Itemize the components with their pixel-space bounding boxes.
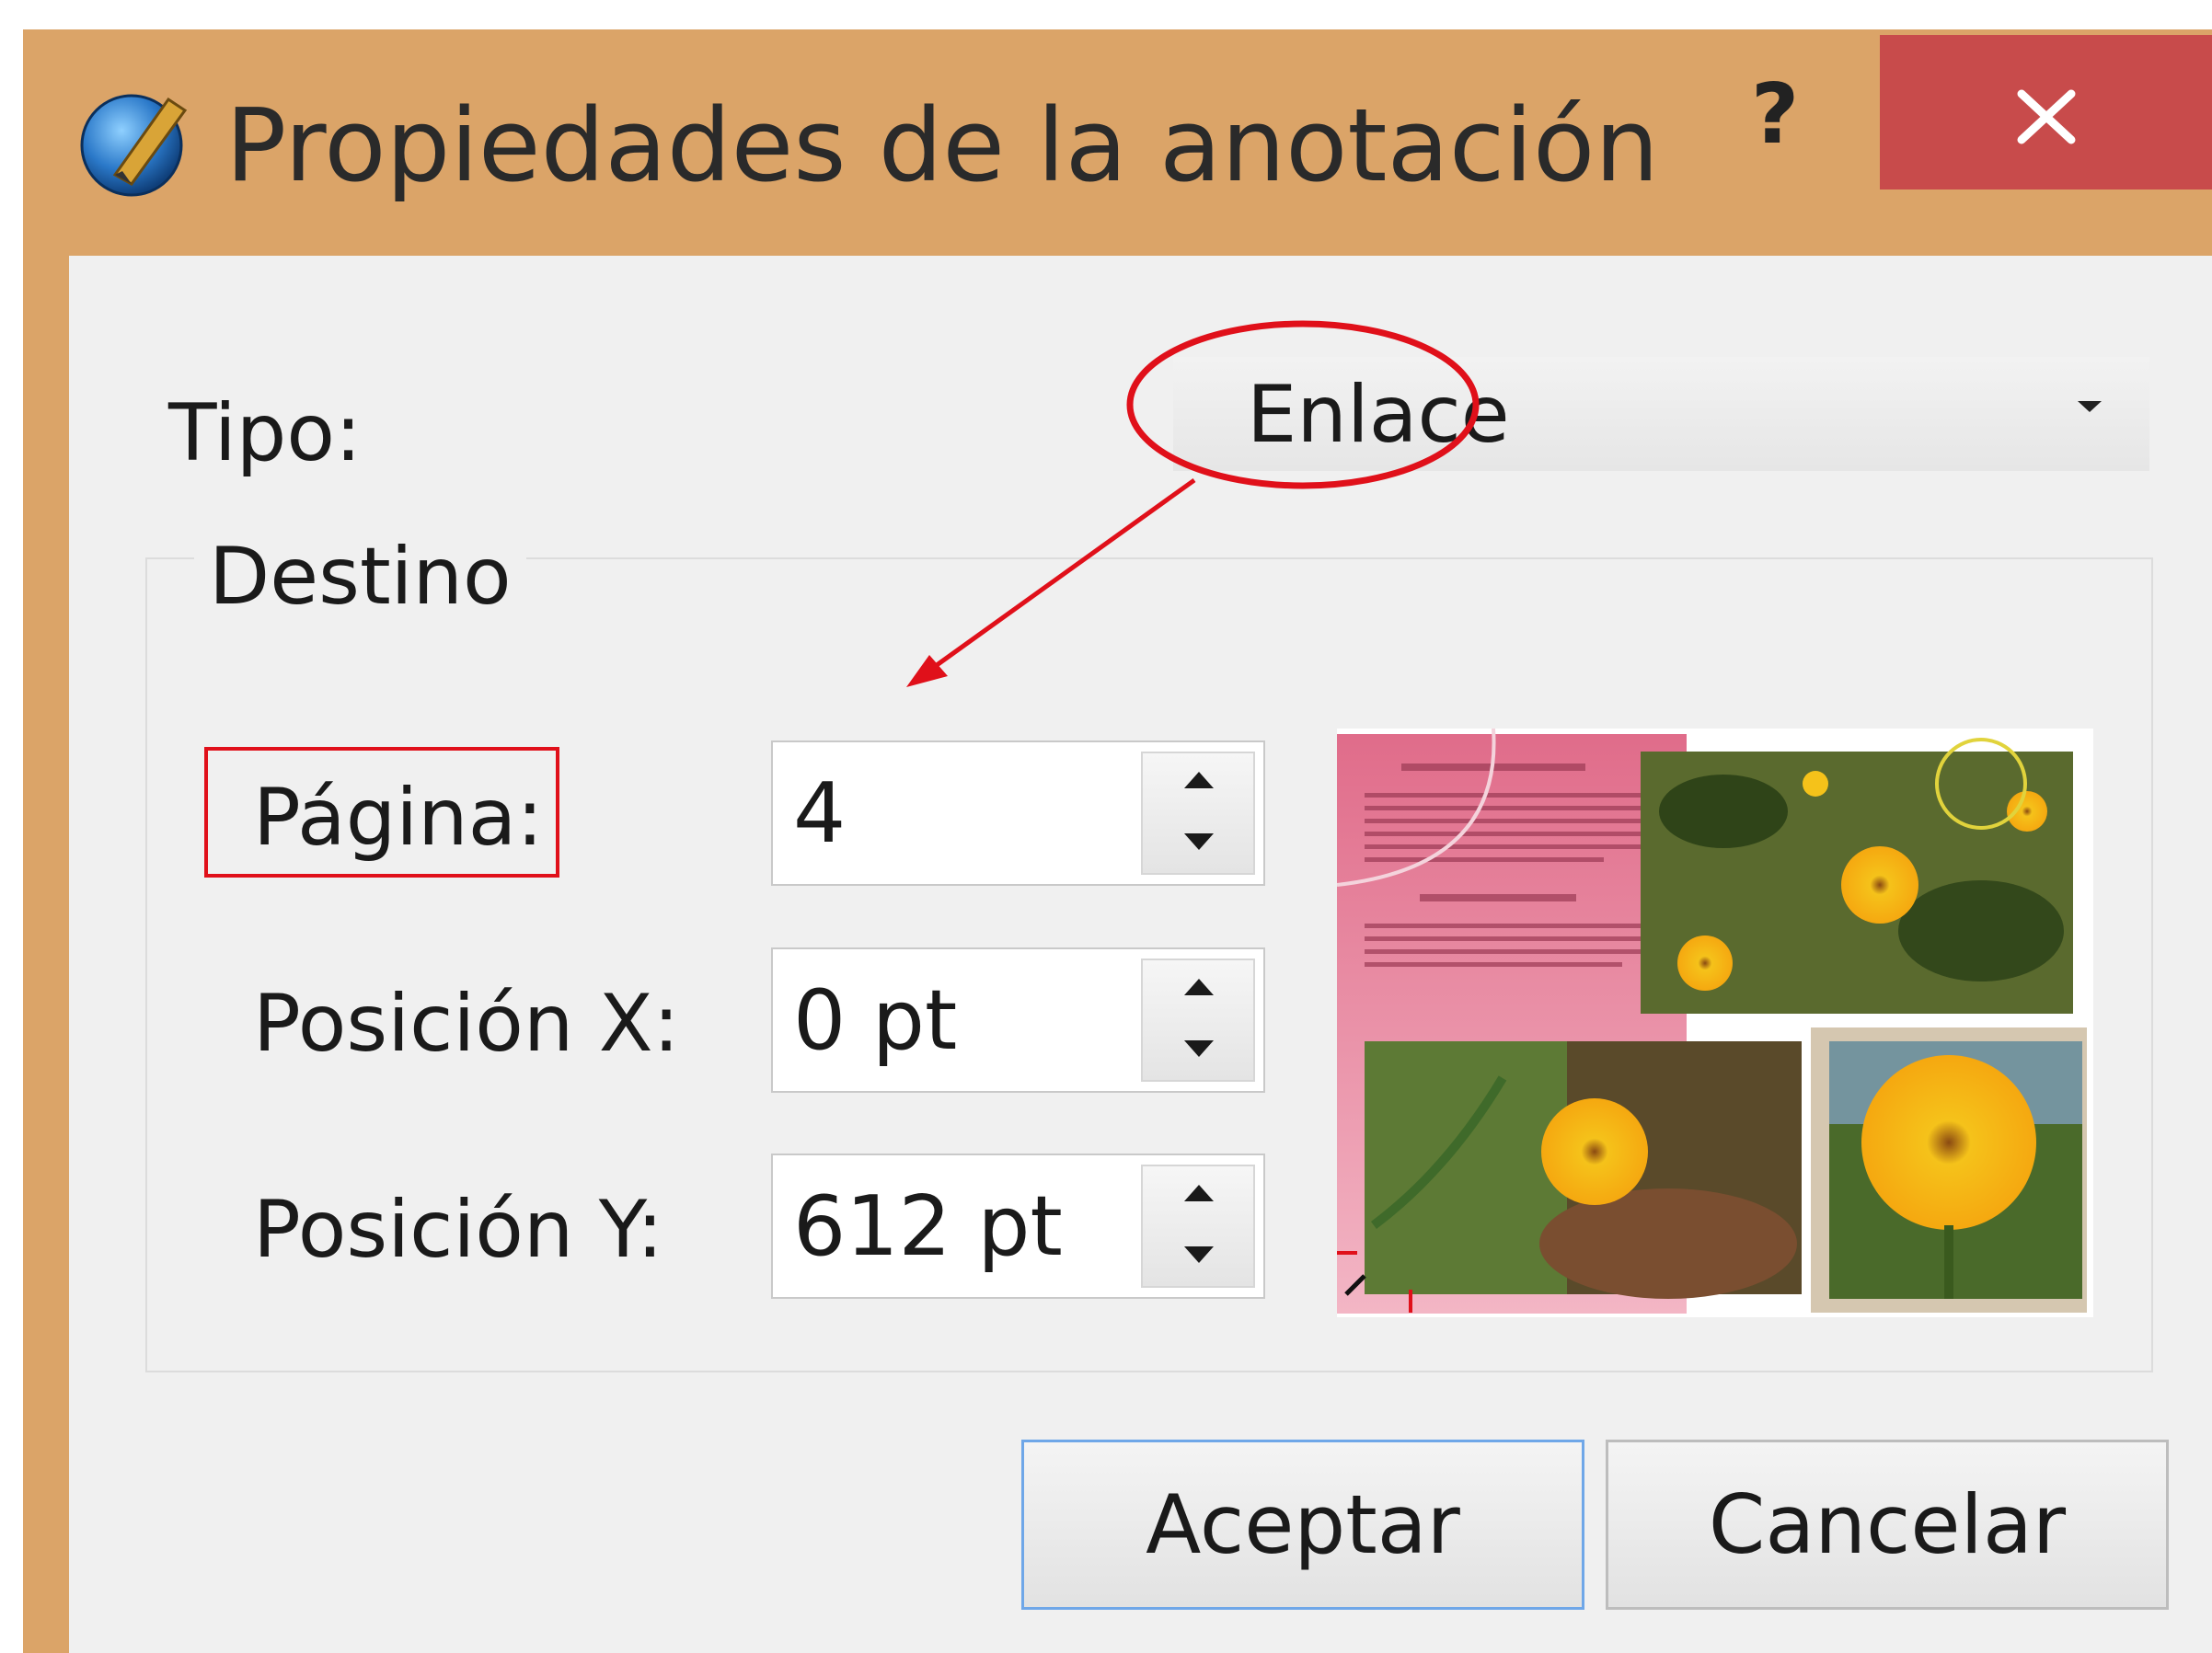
photo-bottom-left (1365, 1041, 1802, 1299)
position-x-value: 0 pt (793, 972, 958, 1069)
photo-bottom-right (1811, 1027, 2087, 1313)
dialog-window: Propiedades de la anotación ? Tipo: Enla… (23, 29, 2212, 1653)
page-label: Página: (253, 772, 544, 864)
position-y-value: 612 pt (793, 1178, 1063, 1275)
position-x-decrement-button[interactable] (1143, 1020, 1253, 1080)
position-x-label: Posición X: (253, 978, 680, 1070)
position-x-spin-buttons (1141, 959, 1255, 1082)
close-button[interactable] (1880, 35, 2212, 189)
page-spinbox[interactable]: 4 (771, 740, 1265, 886)
dialog-title: Propiedades de la anotación (225, 86, 1659, 204)
page-increment-button[interactable] (1143, 753, 1253, 813)
type-select[interactable]: Enlace (1173, 357, 2149, 471)
arrow-up-icon (1184, 772, 1214, 788)
type-select-value: Enlace (1247, 369, 1510, 461)
position-y-spin-buttons (1141, 1165, 1255, 1288)
position-x-spinbox[interactable]: 0 pt (771, 947, 1265, 1093)
arrow-down-icon (1184, 1246, 1214, 1263)
cancel-button[interactable]: Cancelar (1606, 1440, 2169, 1610)
arrow-down-icon (1184, 1040, 1214, 1057)
photo-top-right (1641, 738, 2073, 1014)
close-icon (2017, 89, 2076, 144)
position-y-label: Posición Y: (253, 1184, 663, 1276)
page-spinbox-value: 4 (793, 765, 847, 862)
help-button[interactable]: ? (1751, 66, 1799, 163)
dialog-body: Tipo: Enlace Destino Página: 4 Posición … (69, 256, 2212, 1653)
type-label: Tipo: (168, 387, 362, 479)
position-x-increment-button[interactable] (1143, 960, 1253, 1020)
accept-button[interactable]: Aceptar (1021, 1440, 1584, 1610)
app-icon (80, 94, 188, 197)
arrow-up-icon (1184, 979, 1214, 995)
page-spin-buttons (1141, 752, 1255, 875)
position-y-increment-button[interactable] (1143, 1166, 1253, 1226)
position-y-decrement-button[interactable] (1143, 1226, 1253, 1286)
arrow-down-icon (1184, 833, 1214, 850)
title-bar: Propiedades de la anotación ? (23, 29, 2212, 253)
page-preview-thumbnail[interactable] (1337, 729, 2093, 1317)
position-y-spinbox[interactable]: 612 pt (771, 1154, 1265, 1299)
destination-group-title: Destino (194, 534, 526, 621)
arrow-up-icon (1184, 1185, 1214, 1201)
page-decrement-button[interactable] (1143, 813, 1253, 873)
chevron-down-icon (2078, 401, 2102, 412)
